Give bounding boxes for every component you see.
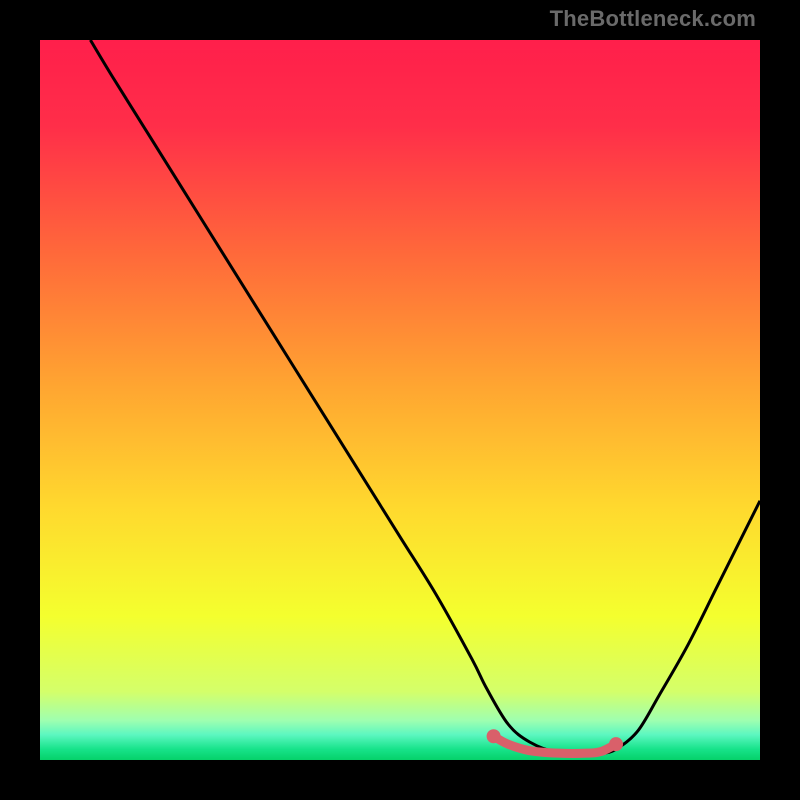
endpoint-dot — [609, 737, 623, 751]
endpoint-dot — [487, 729, 501, 743]
gradient-background — [40, 40, 760, 760]
bottleneck-chart — [40, 40, 760, 760]
chart-frame — [40, 40, 760, 760]
watermark-text: TheBottleneck.com — [550, 6, 756, 32]
plot-area — [40, 40, 760, 760]
